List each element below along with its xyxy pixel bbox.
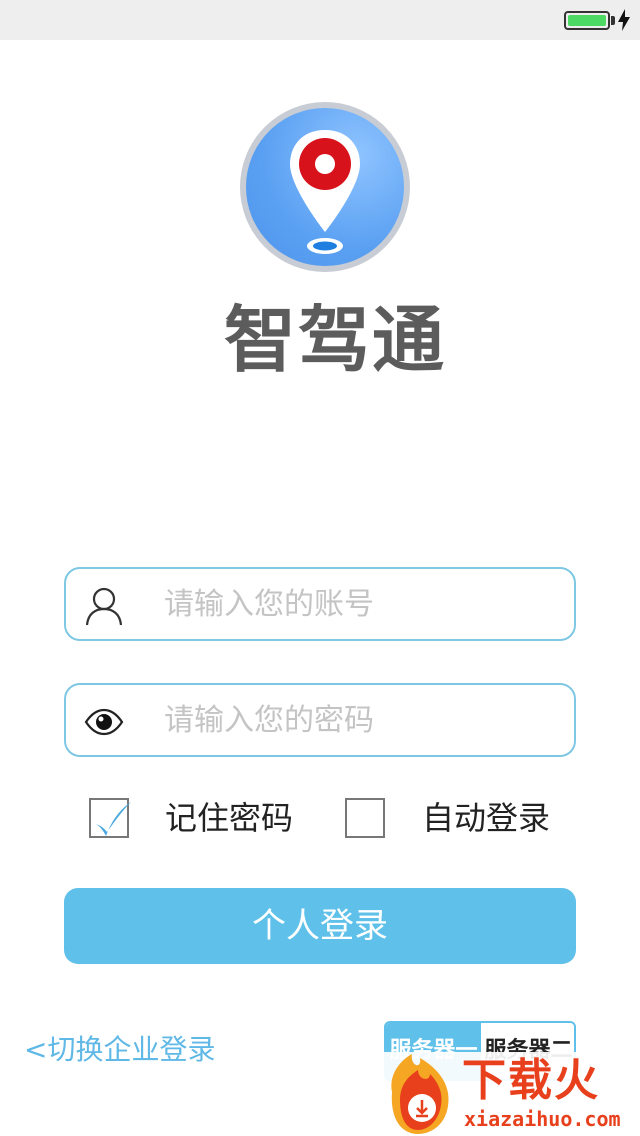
login-options: 记住密码 自动登录 [0,795,640,841]
account-input[interactable] [164,569,554,639]
checkmark-icon [95,802,131,836]
switch-enterprise-login-link[interactable]: <切换企业登录 [24,1030,215,1070]
watermark-url: xiazaihuo.com [464,1107,621,1131]
auto-login-label[interactable]: 自动登录 [422,795,550,841]
remember-password-label[interactable]: 记住密码 [165,795,293,841]
user-icon [85,587,123,626]
eye-icon[interactable] [84,702,124,742]
account-field[interactable] [64,567,576,641]
battery-icon [564,11,610,30]
flame-logo-icon [391,1054,449,1134]
personal-login-button[interactable]: 个人登录 [64,888,576,964]
remember-password-checkbox[interactable] [89,798,131,838]
watermark: 下载火 xiazaihuo.com [378,1052,640,1136]
map-pin-icon [290,130,360,254]
password-field[interactable] [64,683,576,757]
password-input[interactable] [164,685,554,755]
status-bar [0,0,640,40]
charging-bolt-icon [618,9,630,31]
app-name: 智驾通 [223,298,446,382]
auto-login-checkbox[interactable] [345,798,385,838]
battery-tip [611,16,615,25]
watermark-title: 下载火 [462,1055,600,1106]
app-logo [240,102,410,272]
